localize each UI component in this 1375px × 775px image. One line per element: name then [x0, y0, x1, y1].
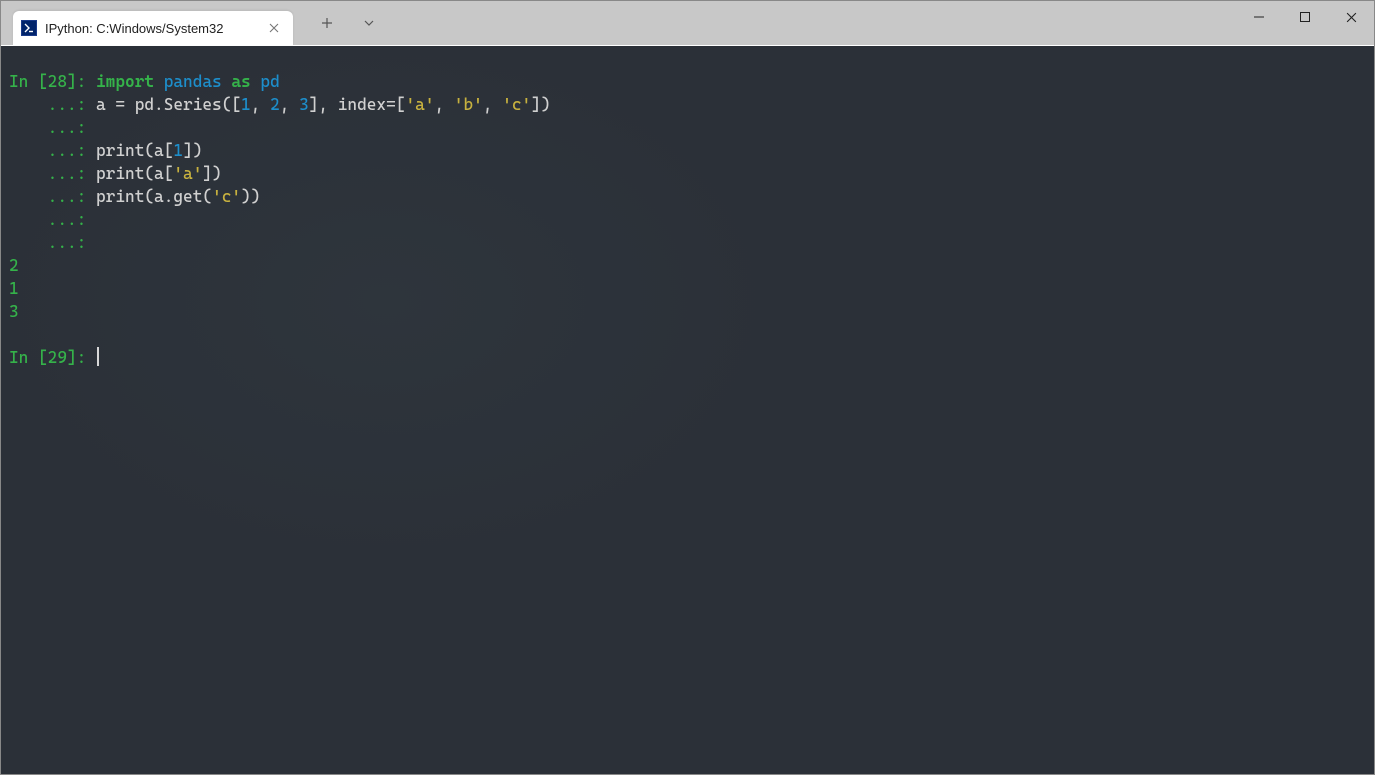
code-token: pd [260, 72, 279, 91]
code-token: ]) [531, 95, 550, 114]
code-token [251, 72, 261, 91]
code-token: , [434, 95, 453, 114]
code-token: import [96, 72, 154, 91]
titlebar: IPython: C:Windows/System32 [1, 1, 1374, 45]
code-token: 'b' [454, 95, 483, 114]
code-token: pandas [164, 72, 222, 91]
code-token: )) [241, 187, 260, 206]
terminal-window: IPython: C:Windows/System32 [0, 0, 1375, 775]
maximize-button[interactable] [1282, 1, 1328, 33]
continuation-prompt: ...: [9, 95, 96, 114]
code-token: 1 [241, 95, 251, 114]
code-token: 'c' [502, 95, 531, 114]
output-line: 1 [9, 279, 19, 298]
continuation-prompt: ...: [9, 141, 96, 160]
code-token: ]) [183, 141, 202, 160]
code-token: 2 [270, 95, 280, 114]
output-line: 3 [9, 302, 19, 321]
tab-actions [297, 1, 385, 45]
code-token [222, 72, 232, 91]
code-token: ], index=[ [309, 95, 406, 114]
continuation-prompt: ...: [9, 233, 96, 252]
continuation-prompt: ...: [9, 118, 96, 137]
code-token: 'c' [212, 187, 241, 206]
code-token: a = pd.Series([ [96, 95, 241, 114]
code-token: print(a[ [96, 164, 173, 183]
minimize-button[interactable] [1236, 1, 1282, 33]
tab-ipython[interactable]: IPython: C:Windows/System32 [13, 11, 293, 45]
tab-strip: IPython: C:Windows/System32 [1, 1, 1236, 45]
new-tab-button[interactable] [311, 7, 343, 39]
tab-title: IPython: C:Windows/System32 [45, 21, 257, 36]
code-token: ]) [202, 164, 221, 183]
input-prompt: In [29]: [9, 348, 96, 367]
continuation-prompt: ...: [9, 164, 96, 183]
code-token: 'a' [405, 95, 434, 114]
tab-dropdown-button[interactable] [353, 7, 385, 39]
code-token: as [231, 72, 250, 91]
close-button[interactable] [1328, 1, 1374, 33]
code-token: , [251, 95, 270, 114]
code-token: 1 [173, 141, 183, 160]
code-token: 3 [299, 95, 309, 114]
terminal-area[interactable]: In [28]: import pandas as pd ...: a = pd… [1, 46, 1374, 774]
continuation-prompt: ...: [9, 187, 96, 206]
cursor [97, 347, 99, 366]
code-token: , [280, 95, 299, 114]
code-token [154, 72, 164, 91]
output-line: 2 [9, 256, 19, 275]
code-token: 'a' [173, 164, 202, 183]
input-prompt: In [28]: [9, 72, 96, 91]
powershell-icon [21, 20, 37, 36]
code-token: print(a.get( [96, 187, 212, 206]
continuation-prompt: ...: [9, 210, 96, 229]
code-token: , [483, 95, 502, 114]
window-controls [1236, 1, 1374, 33]
tab-close-button[interactable] [265, 19, 283, 37]
code-token: print(a[ [96, 141, 173, 160]
